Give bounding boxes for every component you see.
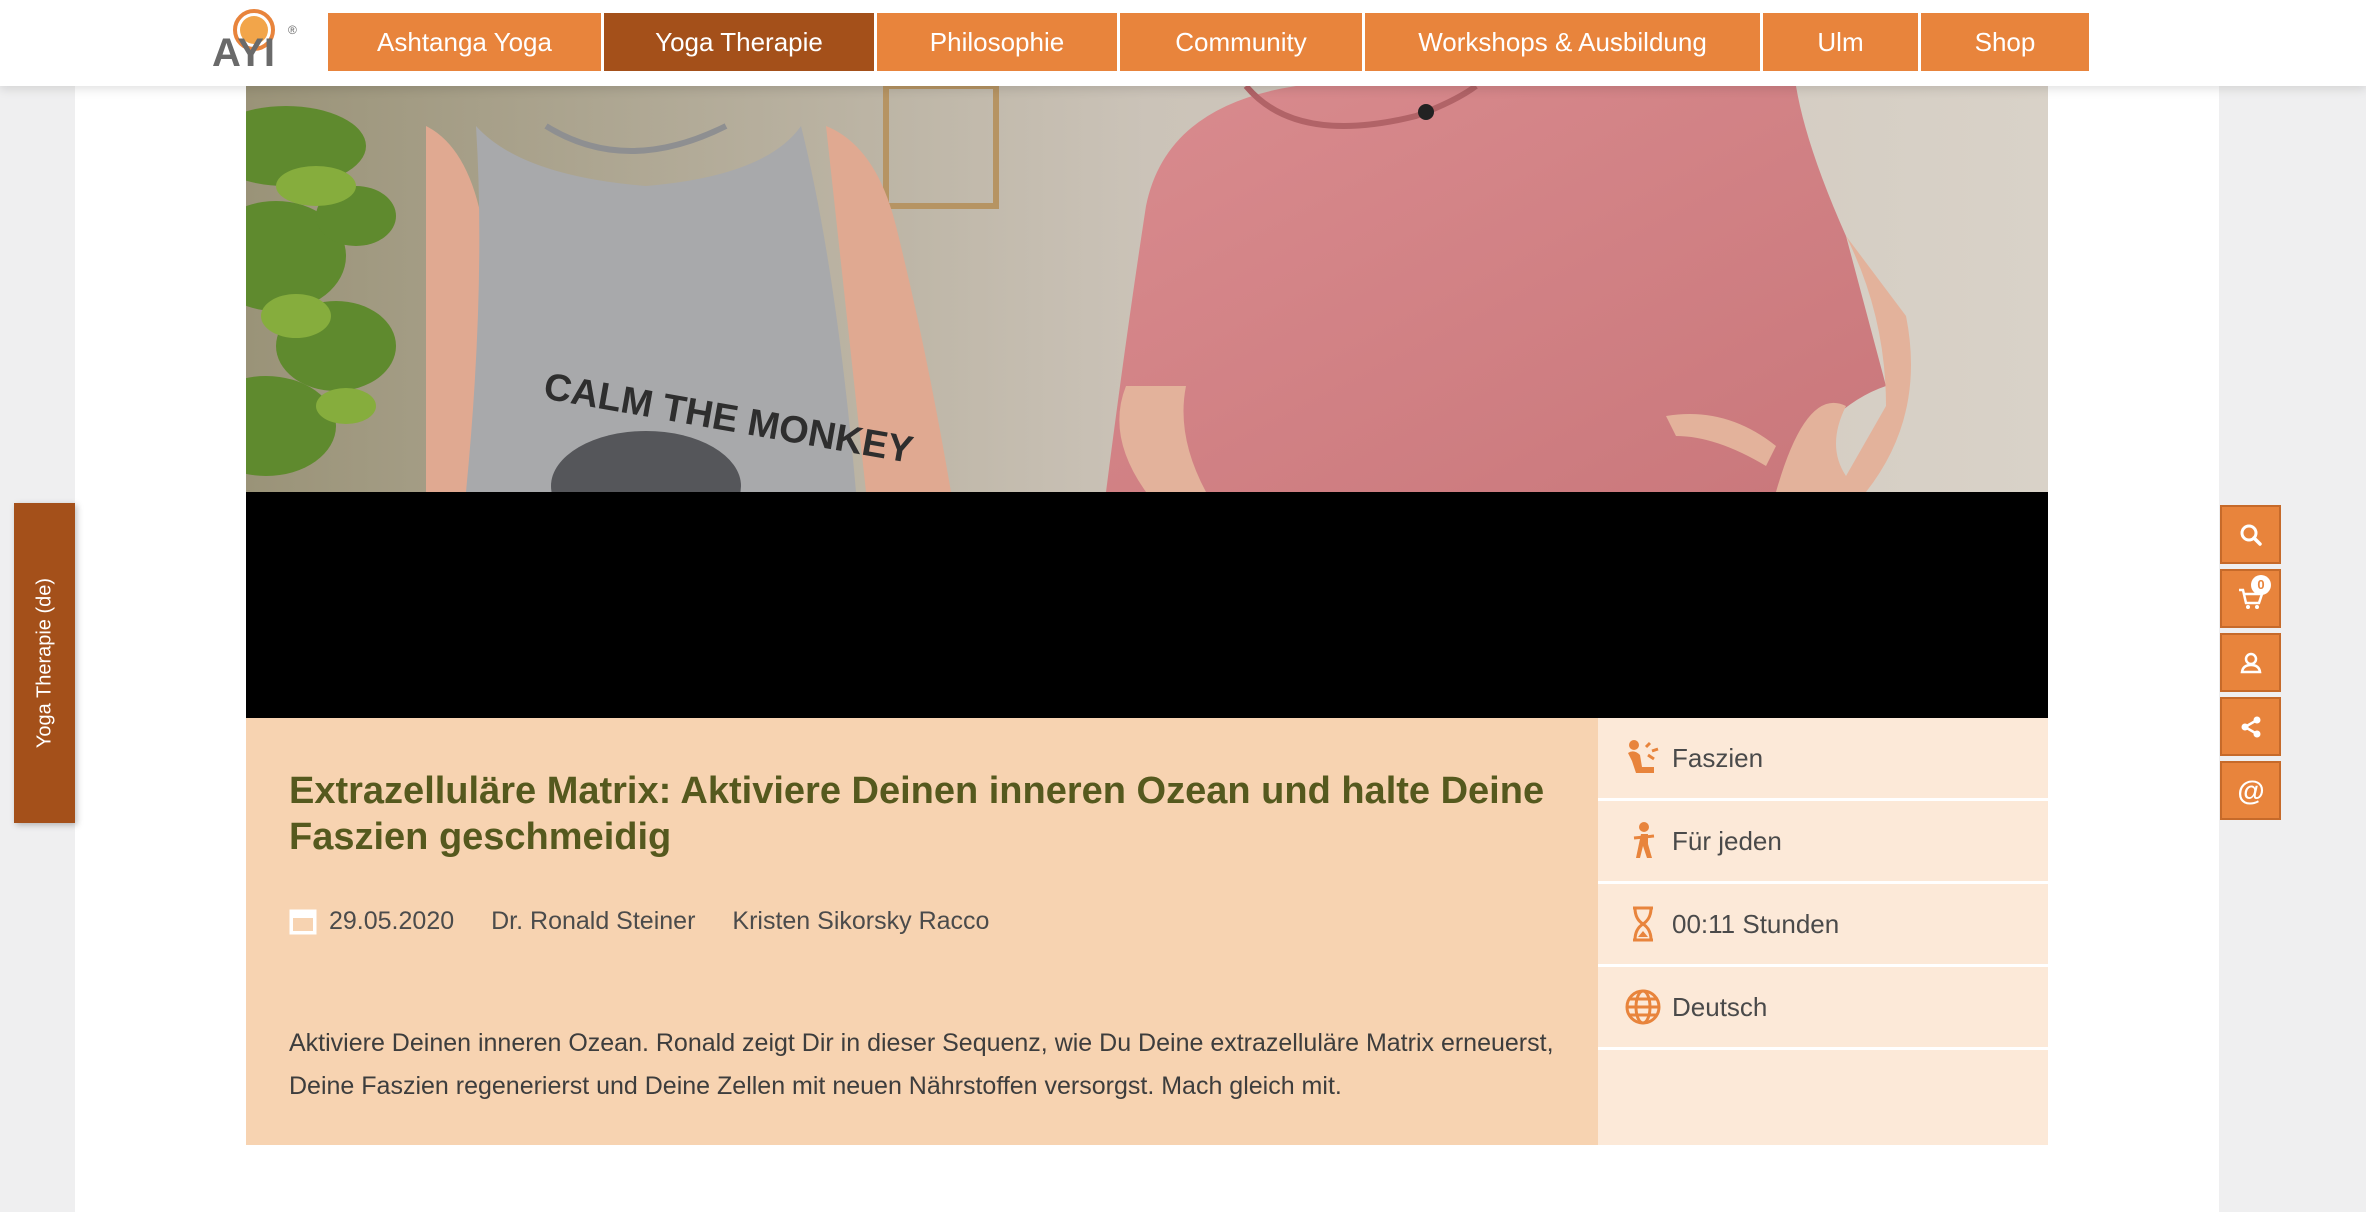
- nav-item-philosophie[interactable]: Philosophie: [877, 13, 1117, 71]
- globe-icon: [1623, 987, 1663, 1027]
- user-icon: [2240, 652, 2261, 673]
- search-icon: [2240, 524, 2262, 546]
- article-content: Extrazelluläre Matrix: Aktiviere Deinen …: [246, 718, 1598, 1145]
- side-tab-yoga-therapie[interactable]: Yoga Therapie (de): [14, 503, 75, 823]
- info-row-level[interactable]: Für jeden: [1598, 801, 2048, 884]
- nav-item-ulm[interactable]: Ulm: [1763, 13, 1918, 71]
- nav-item-workshops[interactable]: Workshops & Ausbildung: [1365, 13, 1760, 71]
- nav-item-yoga-therapie[interactable]: Yoga Therapie: [604, 13, 874, 71]
- logo-text: AYI: [212, 31, 275, 72]
- share-icon: [2241, 716, 2260, 737]
- search-button[interactable]: [2220, 505, 2281, 564]
- contact-button[interactable]: @: [2220, 761, 2281, 820]
- cart-count-badge: 0: [2251, 575, 2271, 595]
- info-duration-label: 00:11 Stunden: [1672, 908, 1840, 939]
- video-player[interactable]: CALM THE MONKEY: [246, 86, 2048, 718]
- info-language-label: Deutsch: [1672, 991, 1768, 1022]
- nav-item-community[interactable]: Community: [1120, 13, 1362, 71]
- info-row-topic[interactable]: Faszien: [1598, 718, 2048, 801]
- nav-item-shop[interactable]: Shop: [1921, 13, 2089, 71]
- article-author-1[interactable]: Dr. Ronald Steiner: [491, 907, 695, 936]
- fascia-icon: [1623, 738, 1663, 778]
- side-tab-label: Yoga Therapie (de): [33, 577, 55, 749]
- account-button[interactable]: [2220, 633, 2281, 692]
- article-description: Aktiviere Deinen inneren Ozean. Ronald z…: [289, 1029, 1554, 1100]
- main-nav: Ashtanga Yoga Yoga Therapie Philosophie …: [328, 13, 2089, 71]
- calendar-icon: [289, 909, 317, 935]
- article-title: Extrazelluläre Matrix: Aktiviere Deinen …: [289, 770, 1545, 858]
- site-header: AYI ® Ashtanga Yoga Yoga Therapie Philos…: [0, 0, 2366, 86]
- article-author-2[interactable]: Kristen Sikorsky Racco: [732, 907, 989, 936]
- at-icon: @: [2237, 777, 2264, 805]
- info-panel: Faszien Für jeden 00:11 Stunden Deutsch: [1598, 718, 2048, 1145]
- cart-button[interactable]: 0: [2220, 569, 2281, 628]
- article-date: 29.05.2020: [329, 906, 455, 935]
- info-topic-label: Faszien: [1672, 742, 1764, 773]
- share-button[interactable]: [2220, 697, 2281, 756]
- nav-item-ashtanga-yoga[interactable]: Ashtanga Yoga: [328, 13, 601, 71]
- person-level-icon: [1623, 821, 1663, 861]
- svg-text:@: @: [2237, 777, 2264, 805]
- info-level-label: Für jeden: [1672, 825, 1782, 856]
- info-row-language[interactable]: Deutsch: [1598, 967, 2048, 1050]
- video-frame: CALM THE MONKEY: [246, 86, 2048, 718]
- logo-registered-mark: ®: [288, 23, 297, 37]
- site-logo[interactable]: AYI ®: [210, 8, 300, 75]
- info-row-duration[interactable]: 00:11 Stunden: [1598, 884, 2048, 967]
- hourglass-icon: [1623, 904, 1663, 944]
- article-meta: 29.05.2020 Dr. Ronald Steiner Kristen Si…: [289, 904, 1026, 938]
